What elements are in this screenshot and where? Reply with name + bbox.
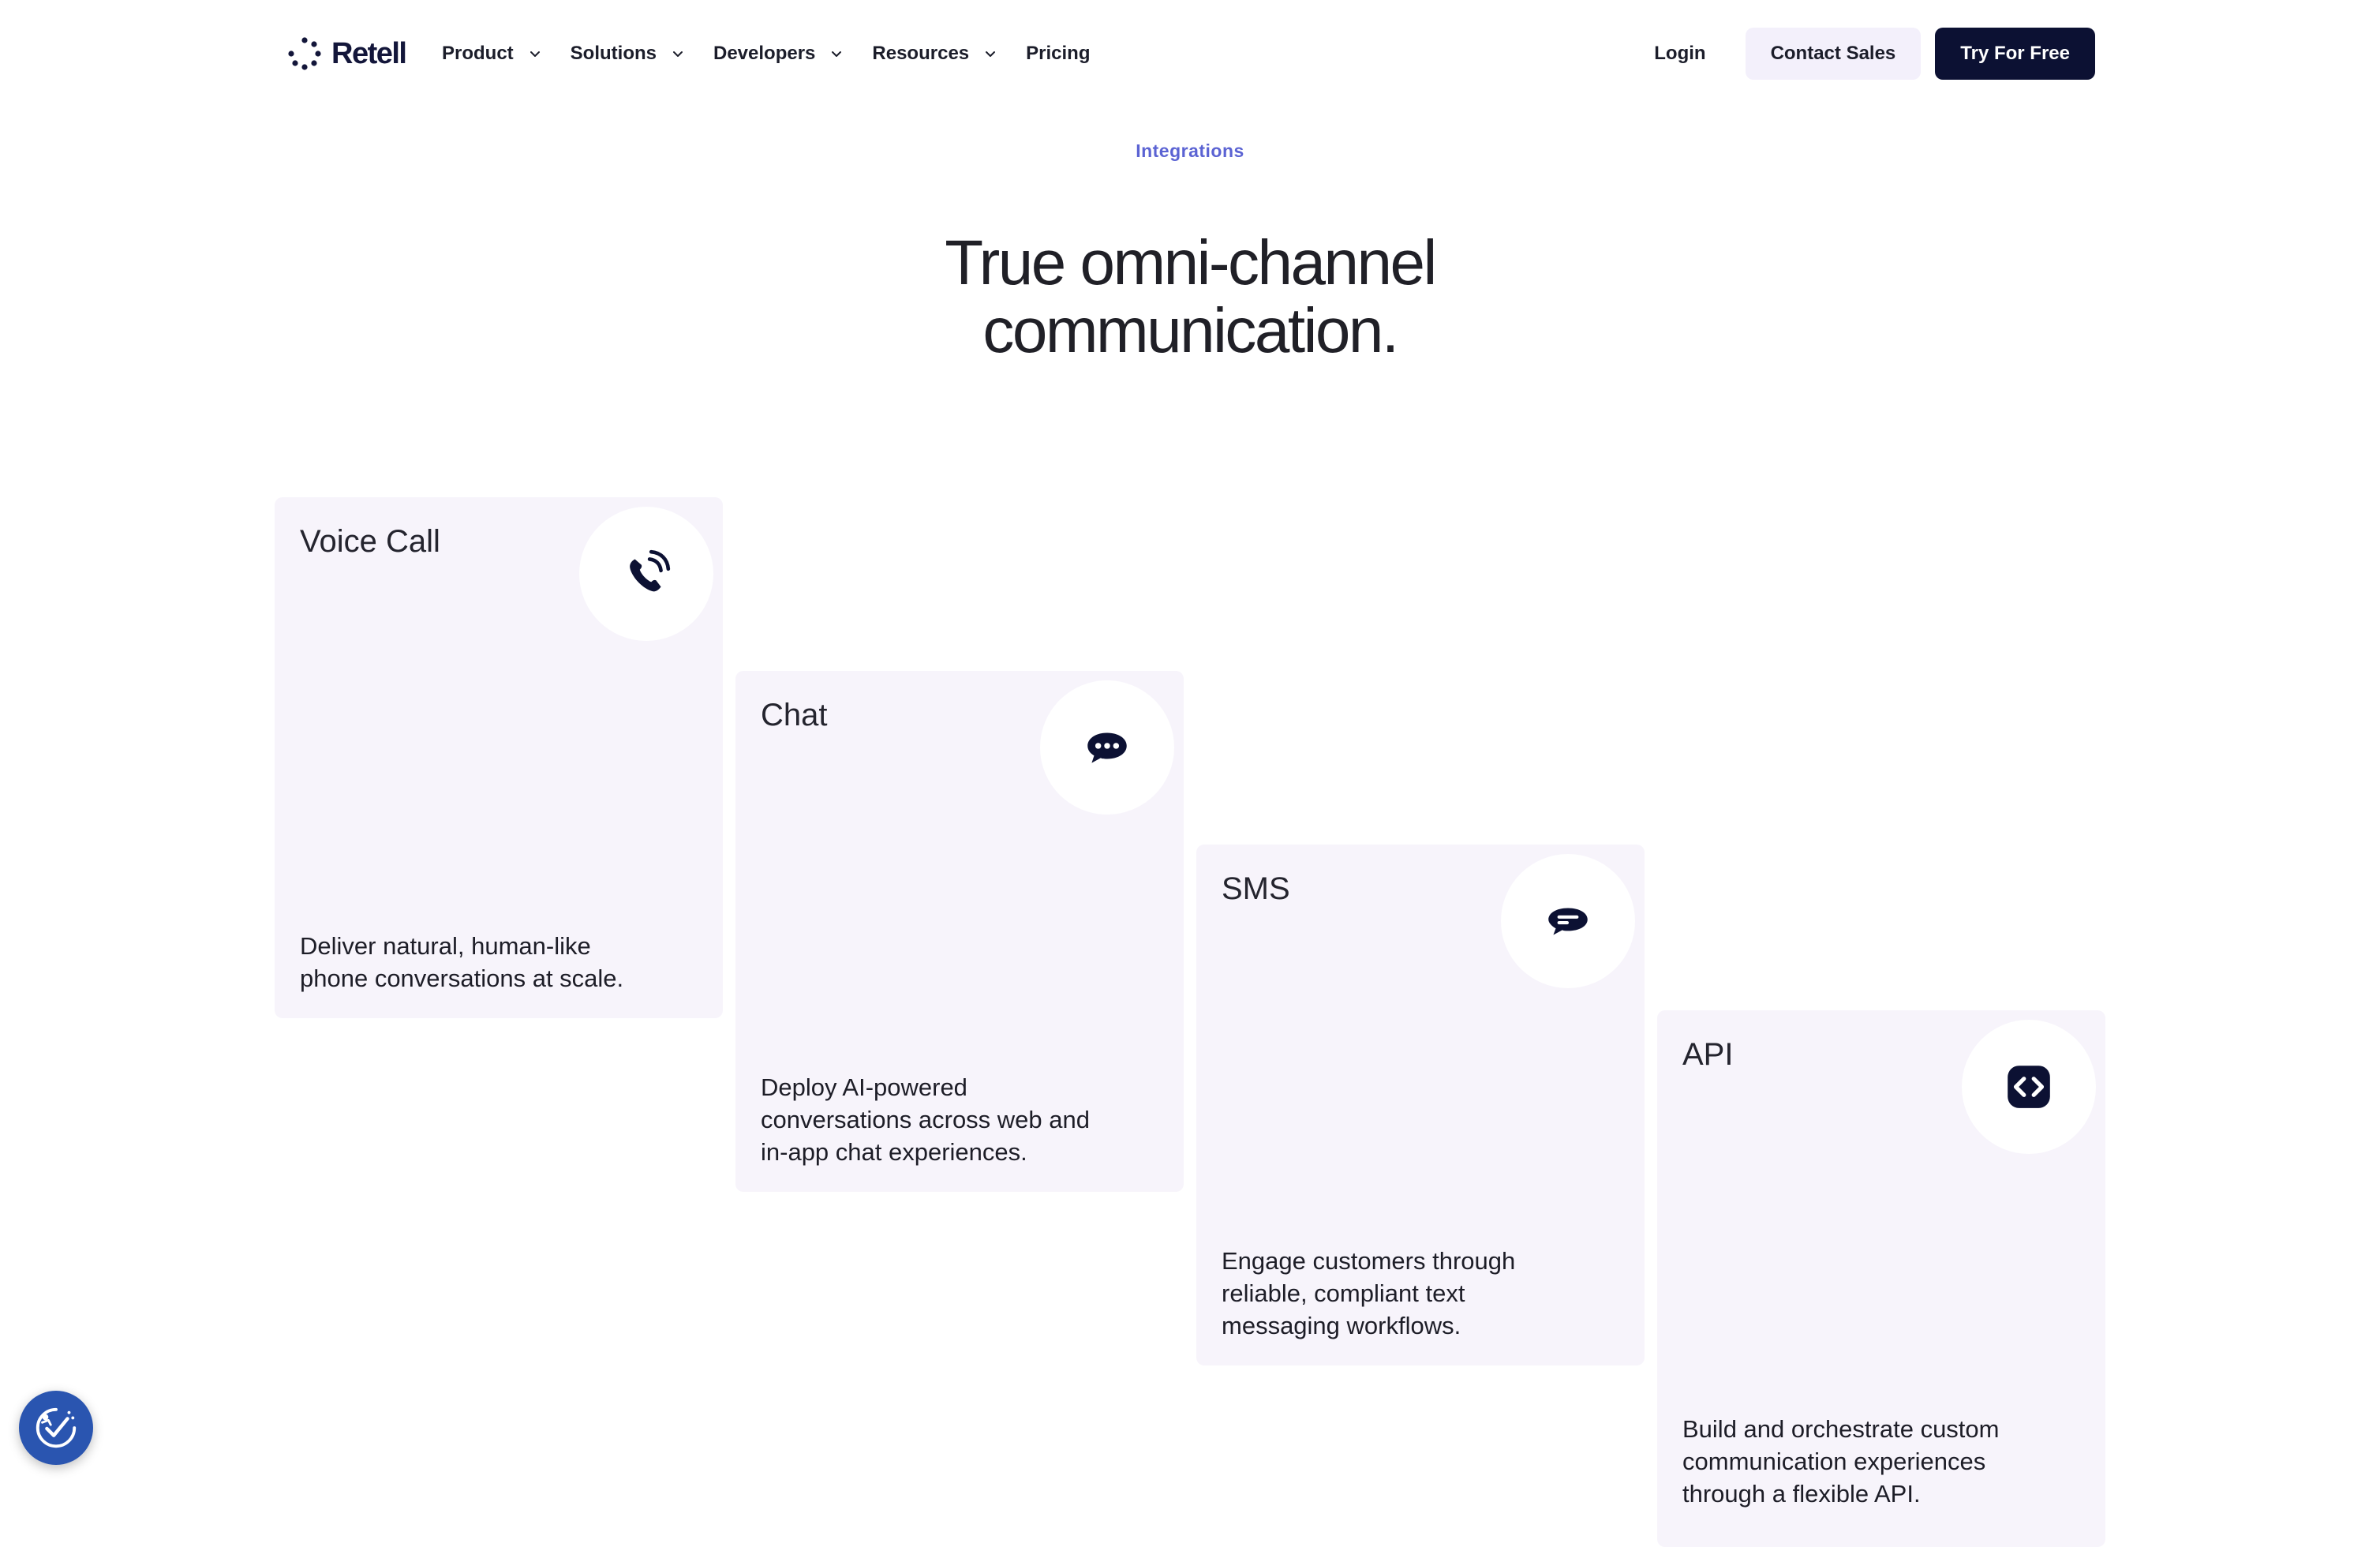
code-brackets-icon xyxy=(2008,1066,2050,1108)
main-menu: Product Solutions Developers Resources P… xyxy=(442,36,1119,71)
accessibility-check-icon xyxy=(36,1407,77,1448)
nav-item-resources[interactable]: Resources xyxy=(872,43,997,65)
retell-logo[interactable]: Retell xyxy=(287,32,407,76)
chat-bubble-icon xyxy=(1087,732,1127,763)
nav-item-developers[interactable]: Developers xyxy=(713,43,844,65)
card-description: Build and orchestrate custom communicati… xyxy=(1682,1415,2000,1508)
nav-item-label: Solutions xyxy=(570,43,657,64)
card-api[interactable]: API Build and orchestrate custom communi… xyxy=(1657,1010,2105,1547)
card-chat[interactable]: Chat Deploy AI-powered conversations acr… xyxy=(735,671,1184,1192)
card-icon-circle xyxy=(1040,680,1174,815)
card-sms[interactable]: SMS Engage customers through reliable, c… xyxy=(1196,845,1645,1365)
retell-dots-logo-icon xyxy=(288,37,321,70)
chevron-down-icon xyxy=(832,51,842,57)
nav-item-label: Product xyxy=(442,43,514,64)
chevron-down-icon xyxy=(530,51,540,57)
phone-icon xyxy=(630,549,671,592)
card-title: SMS xyxy=(1222,871,1290,906)
nav-item-label: Developers xyxy=(713,43,816,64)
sms-message-icon xyxy=(1548,908,1588,935)
nav-item-pricing[interactable]: Pricing xyxy=(1026,43,1090,65)
logo-text: Retell xyxy=(331,36,407,70)
card-icon-circle xyxy=(579,507,713,641)
chevron-down-icon xyxy=(986,51,996,57)
title-line-2: communication. xyxy=(982,295,1399,365)
card-title: Voice Call xyxy=(300,524,440,559)
chevron-down-icon xyxy=(673,51,683,57)
nav-actions: Login Contact Sales Try For Free xyxy=(1654,27,2095,81)
try-for-free-button[interactable]: Try For Free xyxy=(1935,28,2095,80)
card-description: Engage customers through reliable, compl… xyxy=(1222,1247,1516,1339)
top-navigation: Retell Product Solutions Developers Reso… xyxy=(0,0,2380,106)
card-title: Chat xyxy=(761,698,828,732)
card-icon-circle xyxy=(1501,854,1635,988)
accessibility-widget-button[interactable] xyxy=(19,1391,93,1465)
contact-sales-button[interactable]: Contact Sales xyxy=(1745,28,1922,80)
nav-item-label: Resources xyxy=(872,43,970,64)
card-description: Deliver natural, human-like phone conver… xyxy=(300,932,624,992)
section-eyebrow: Integrations xyxy=(1136,140,1244,161)
nav-item-solutions[interactable]: Solutions xyxy=(571,43,685,65)
title-line-1: True omni-channel xyxy=(945,227,1437,298)
card-icon-circle xyxy=(1962,1020,2096,1154)
page-title: True omni-channel communication. xyxy=(0,229,2380,365)
card-description: Deploy AI-powered conversations across w… xyxy=(761,1073,1091,1166)
nav-item-product[interactable]: Product xyxy=(442,43,542,65)
login-link[interactable]: Login xyxy=(1654,43,1705,65)
card-voice-call[interactable]: Voice Call Deliver natural, human-like p… xyxy=(275,497,723,1018)
card-title: API xyxy=(1682,1037,1734,1072)
nav-item-label: Pricing xyxy=(1026,43,1091,64)
